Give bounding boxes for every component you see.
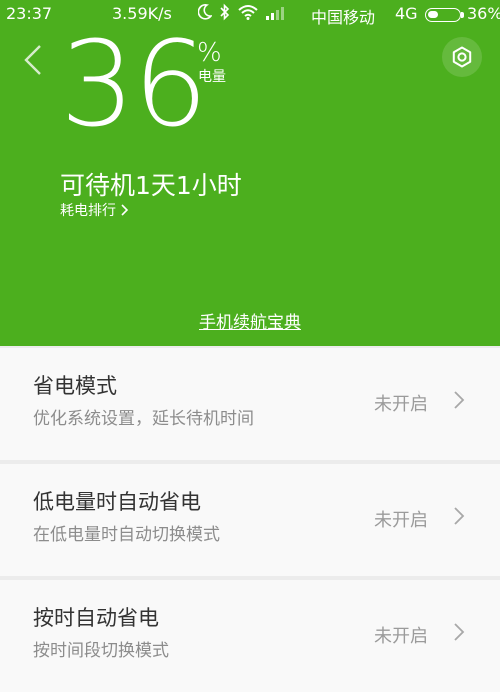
network-type: 4G — [395, 4, 418, 23]
carrier-name: 中国移动 — [311, 8, 376, 27]
settings-button[interactable] — [442, 37, 482, 77]
back-button[interactable] — [18, 42, 50, 78]
power-ranking-label: 耗电排行 — [60, 203, 116, 219]
setting-title: 按时自动省电 — [33, 606, 159, 630]
battery-header: 23:37 3.59K/s 中国移动 4G 36% 36 % 电量 可待机1天1… — [0, 0, 500, 346]
standby-time: 可待机1天1小时 — [60, 171, 242, 200]
power-ranking-link[interactable]: 耗电排行 — [60, 200, 129, 220]
setting-item-scheduled-saving[interactable]: 按时自动省电 按时间段切换模式 未开启 — [0, 580, 500, 692]
chevron-right-icon — [454, 391, 465, 409]
chevron-right-icon — [121, 204, 129, 216]
battery-icon — [425, 8, 461, 22]
battery-fill — [428, 11, 438, 18]
chevron-left-icon — [24, 45, 41, 75]
battery-guide-link[interactable]: 手机续航宝典 — [0, 308, 500, 333]
status-icons — [198, 3, 288, 21]
battery-tip — [461, 12, 464, 18]
bluetooth-icon — [220, 3, 230, 21]
setting-state: 未开启 — [374, 510, 428, 531]
battery-level-value: 36 — [60, 15, 208, 153]
setting-state: 未开启 — [374, 626, 428, 647]
gear-icon — [452, 46, 472, 68]
setting-description: 优化系统设置，延长待机时间 — [33, 409, 254, 429]
setting-description: 在低电量时自动切换模式 — [33, 525, 220, 545]
chevron-right-icon — [454, 623, 465, 641]
wifi-icon — [238, 5, 258, 20]
percent-sign: % — [197, 38, 222, 68]
setting-state: 未开启 — [374, 394, 428, 415]
battery-percent: 36% — [467, 4, 500, 23]
setting-title: 省电模式 — [33, 374, 117, 398]
setting-title: 低电量时自动省电 — [33, 490, 201, 514]
battery-label: 电量 — [198, 69, 226, 85]
setting-item-low-battery-saving[interactable]: 低电量时自动省电 在低电量时自动切换模式 未开启 — [0, 464, 500, 576]
setting-description: 按时间段切换模式 — [33, 641, 169, 661]
status-time: 23:37 — [6, 4, 53, 23]
setting-item-power-saving-mode[interactable]: 省电模式 优化系统设置，延长待机时间 未开启 — [0, 348, 500, 460]
signal-icon — [266, 7, 284, 20]
chevron-right-icon — [454, 507, 465, 525]
